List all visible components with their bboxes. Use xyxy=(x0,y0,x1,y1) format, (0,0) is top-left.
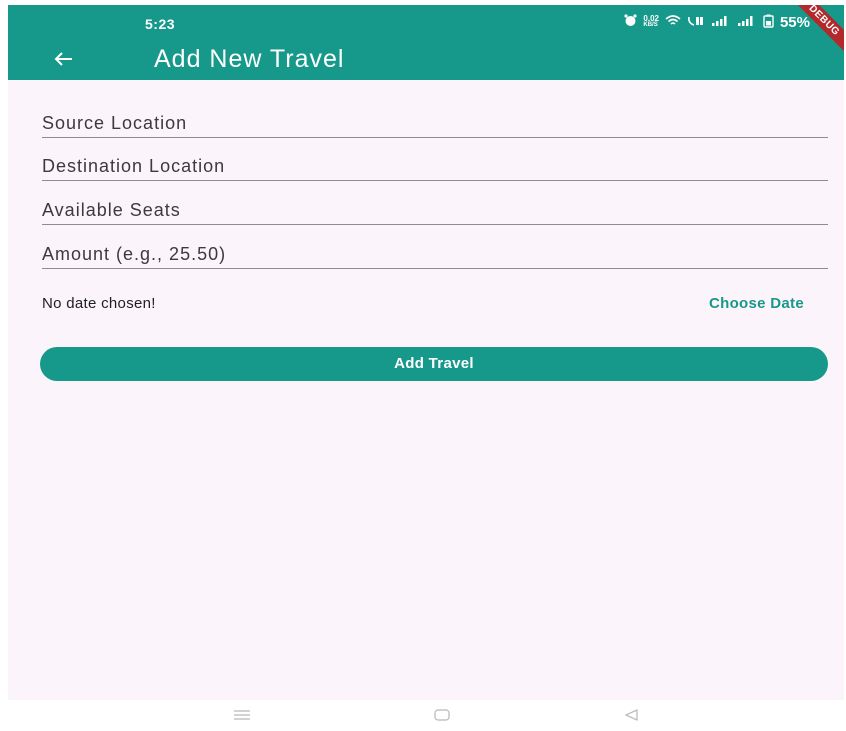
status-icons: 0.02 KB/S 55% xyxy=(624,13,810,31)
destination-location-label: Destination Location xyxy=(42,156,226,176)
destination-location-field[interactable]: Destination Location xyxy=(42,138,828,181)
app-bar: 5:23 0.02 KB/S 55% DEBUG Add New Travel xyxy=(8,5,844,80)
phone-screen: 5:23 0.02 KB/S 55% DEBUG Add New Travel … xyxy=(8,5,844,731)
wifi-icon xyxy=(665,14,681,30)
battery-icon xyxy=(763,14,774,31)
source-location-label: Source Location xyxy=(42,113,188,133)
available-seats-field[interactable]: Available Seats xyxy=(42,182,828,225)
home-icon[interactable] xyxy=(432,708,452,722)
status-bar: 5:23 0.02 KB/S 55% xyxy=(8,5,844,35)
volte-icon xyxy=(687,15,705,30)
source-location-field[interactable]: Source Location xyxy=(42,95,828,138)
battery-level: 55% xyxy=(779,13,810,31)
add-travel-button[interactable]: Add Travel xyxy=(40,347,828,381)
date-row: No date chosen! Choose Date xyxy=(42,291,804,315)
signal-icon xyxy=(711,15,731,30)
back-button[interactable] xyxy=(50,45,78,73)
back-icon[interactable] xyxy=(622,708,642,722)
network-speed: 0.02 KB/S xyxy=(643,14,659,29)
amount-label: Amount (e.g., 25.50) xyxy=(42,244,227,264)
alarm-icon xyxy=(624,14,637,30)
date-status-text: No date chosen! xyxy=(42,295,156,312)
system-nav-bar xyxy=(8,700,844,731)
page-title: Add New Travel xyxy=(154,45,345,73)
signal-icon xyxy=(737,15,757,30)
choose-date-button[interactable]: Choose Date xyxy=(709,295,804,312)
amount-field[interactable]: Amount (e.g., 25.50) xyxy=(42,226,828,269)
available-seats-label: Available Seats xyxy=(42,200,181,220)
menu-icon[interactable] xyxy=(232,708,252,722)
status-time: 5:23 xyxy=(145,16,176,32)
arrow-left-icon xyxy=(54,52,72,66)
